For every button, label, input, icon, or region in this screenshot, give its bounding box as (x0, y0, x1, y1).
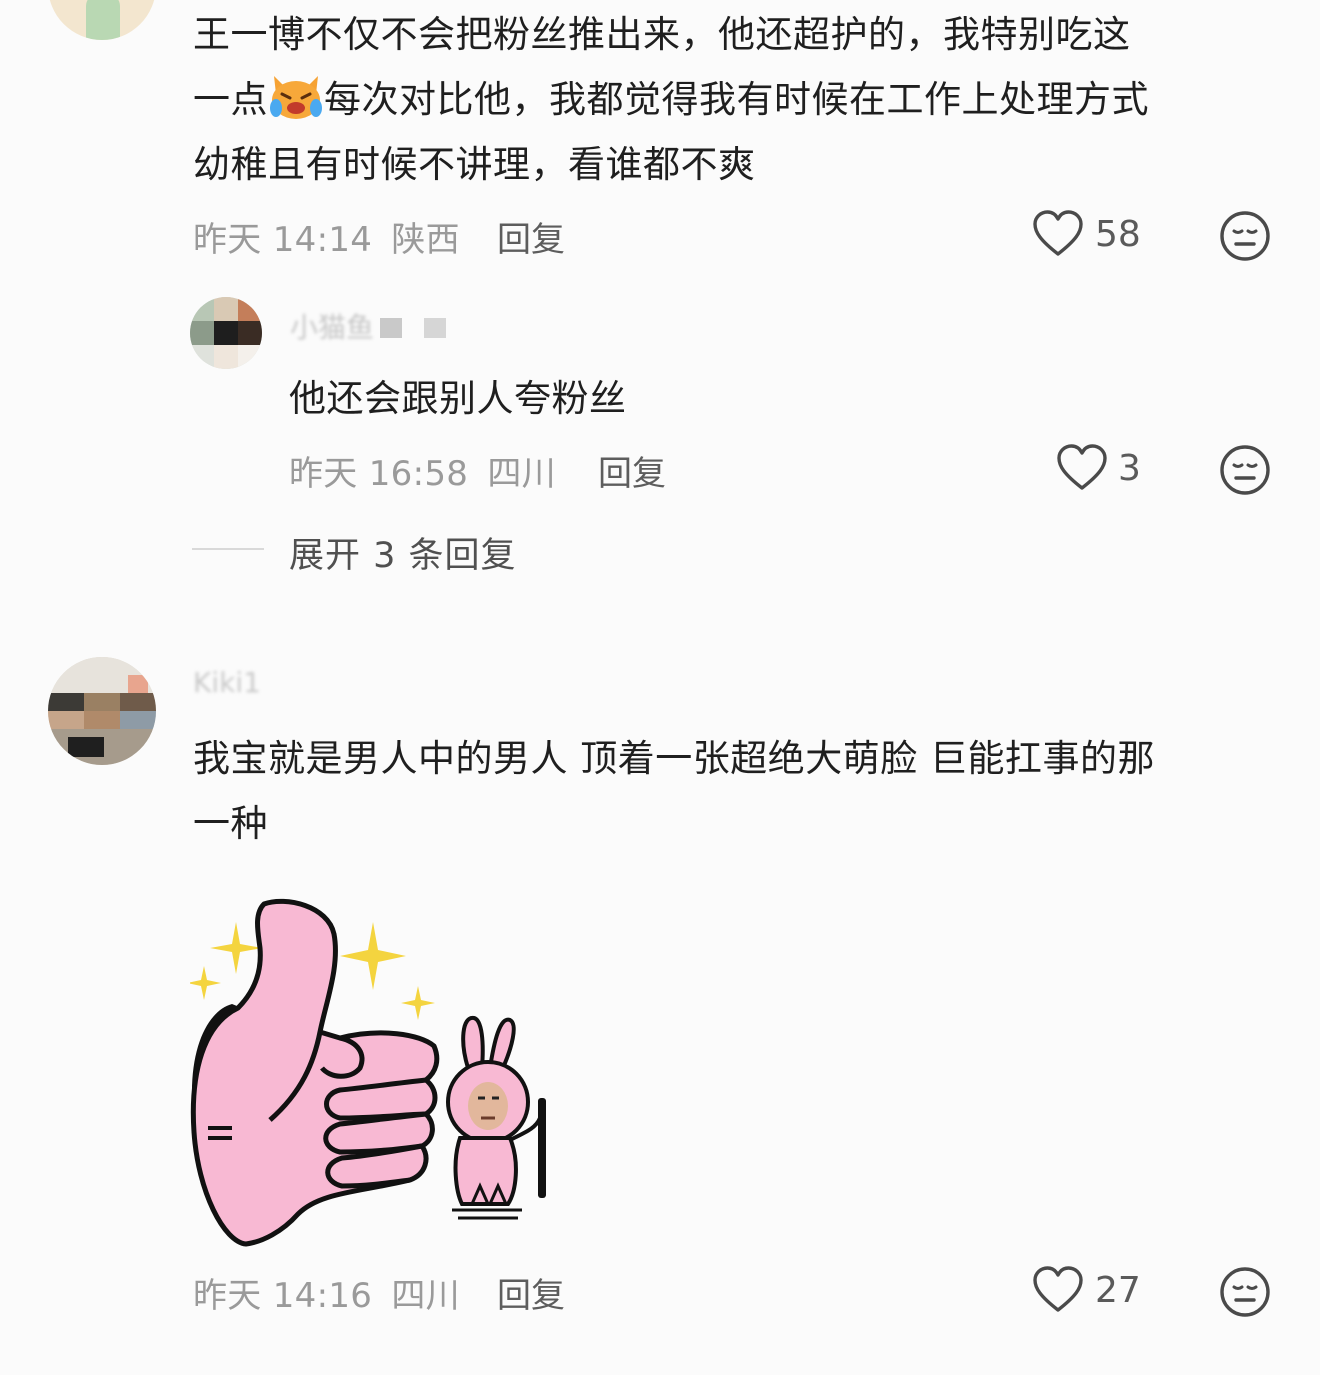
comment-time: 昨天 16:58 (289, 454, 469, 494)
like-count: 27 (1095, 1270, 1141, 1311)
comment-text-line: 每次对比他，我都觉得我有时候在工作上处理方式 (324, 78, 1149, 121)
reply-button[interactable]: 回复 (598, 446, 666, 495)
expand-replies-button[interactable]: 展开 3 条回复 (289, 527, 517, 578)
heart-icon[interactable] (1032, 210, 1084, 258)
comment-location: 四川 (391, 1276, 460, 1316)
dislike-face-icon[interactable] (1219, 1266, 1271, 1318)
avatar-mosaic (48, 657, 156, 765)
comment-time: 昨天 14:16 (193, 1276, 373, 1316)
avatar[interactable] (48, 657, 156, 765)
username[interactable]: 小猫鱼 (290, 306, 374, 346)
comment-location: 四川 (487, 454, 556, 494)
dislike-face-icon[interactable] (1219, 210, 1271, 262)
comment-location: 陕西 (391, 220, 460, 260)
expand-divider (192, 548, 264, 550)
username[interactable]: Kiki1 (193, 666, 261, 699)
avatar[interactable] (48, 0, 156, 40)
comment-time: 昨天 14:14 (193, 220, 373, 260)
avatar-figure (86, 0, 120, 40)
avatar-mosaic (190, 297, 262, 369)
comment-text-line: 王一博不仅不会把粉丝推出来，他还超护的，我特别吃这 (193, 13, 1131, 56)
heart-icon[interactable] (1032, 1266, 1084, 1314)
reply-button[interactable]: 回复 (497, 212, 565, 261)
comment-text-line: 幼稚且有时候不讲理，看谁都不爽 (193, 143, 756, 186)
heart-icon[interactable] (1056, 444, 1108, 492)
comment-text-line: 我宝就是男人中的男人 顶着一张超绝大萌脸 巨能扛事的那 (193, 737, 1156, 780)
crying-cat-emoji-icon (268, 72, 324, 122)
reply-button[interactable]: 回复 (497, 1268, 565, 1317)
reply-text: 他还会跟别人夸粉丝 (289, 377, 627, 420)
thumbs-up-bunny-sticker[interactable] (187, 892, 560, 1252)
like-count: 3 (1118, 448, 1141, 489)
comment-text-line: 一种 (193, 802, 268, 845)
like-count: 58 (1095, 214, 1141, 255)
comment-text-line: 一点 (193, 78, 268, 121)
avatar[interactable] (190, 297, 262, 369)
dislike-face-icon[interactable] (1219, 444, 1271, 496)
username-mosaic (380, 318, 446, 338)
